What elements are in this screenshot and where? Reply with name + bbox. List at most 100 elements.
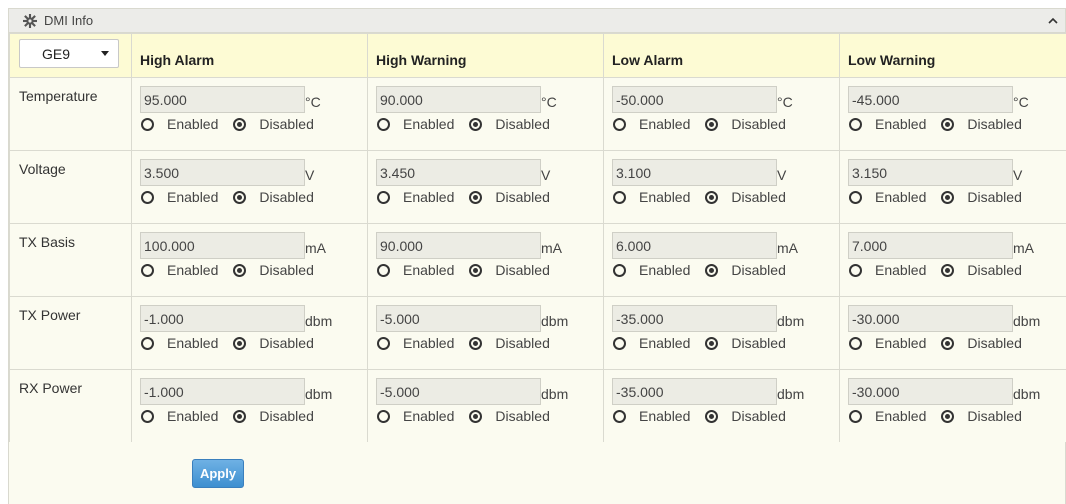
threshold-cell: 100.000 mA Enabled Disabled [131,223,368,297]
high-alarm-value-field[interactable]: 3.500 [140,159,305,186]
enabled-radio[interactable] [849,117,862,131]
high-warning-value-field[interactable]: -5.000 [376,378,541,405]
low-warning-value-field[interactable]: -30.000 [848,378,1013,405]
disabled-radio[interactable] [705,117,719,131]
threshold-cell: -45.000 °C Enabled Disabled [839,77,1066,151]
low-warning-value-field[interactable]: 3.150 [848,159,1013,186]
collapse-button[interactable] [1045,11,1061,31]
row-label: Voltage [9,150,132,224]
enabled-radio[interactable] [613,263,626,277]
low-alarm-value-field[interactable]: 3.100 [612,159,777,186]
disabled-label: Disabled [731,408,786,424]
enabled-radio[interactable] [613,190,626,204]
high-warning-value-field[interactable]: 3.450 [376,159,541,186]
enabled-label: Enabled [403,335,455,351]
threshold-cell: 3.150 V Enabled Disabled [839,150,1066,224]
threshold-cell: -5.000 dbm Enabled Disabled [367,369,604,443]
high-alarm-value-field[interactable]: 95.000 [140,86,305,113]
disabled-radio[interactable] [941,190,955,204]
disabled-radio[interactable] [705,190,719,204]
disabled-label: Disabled [731,262,786,278]
threshold-cell: -50.000 °C Enabled Disabled [603,77,840,151]
disabled-radio[interactable] [705,263,719,277]
high-alarm-value-field[interactable]: -1.000 [140,378,305,405]
disabled-radio[interactable] [705,409,719,423]
threshold-cell: 90.000 mA Enabled Disabled [367,223,604,297]
disabled-radio[interactable] [469,409,483,423]
column-header-low-alarm: Low Alarm [603,33,840,78]
disabled-label: Disabled [495,408,550,424]
port-select[interactable]: GE9 [19,39,119,68]
low-warning-value-field[interactable]: 7.000 [848,232,1013,259]
high-warning-value-field[interactable]: 90.000 [376,232,541,259]
disabled-radio[interactable] [233,190,247,204]
high-warning-value-field[interactable]: 90.000 [376,86,541,113]
enabled-radio[interactable] [377,190,390,204]
disabled-radio[interactable] [941,117,955,131]
apply-button[interactable]: Apply [192,459,244,488]
enabled-radio[interactable] [377,117,390,131]
disabled-label: Disabled [967,408,1022,424]
disabled-radio[interactable] [469,117,483,131]
panel-title: DMI Info [44,13,94,28]
enabled-radio[interactable] [849,263,862,277]
low-alarm-value-field[interactable]: -50.000 [612,86,777,113]
disabled-radio[interactable] [941,263,955,277]
enabled-radio[interactable] [377,409,390,423]
enabled-radio[interactable] [613,117,626,131]
low-warning-value-field[interactable]: -30.000 [848,305,1013,332]
enabled-radio[interactable] [141,409,154,423]
unit-label: dbm [777,313,805,329]
high-warning-value-field[interactable]: -5.000 [376,305,541,332]
high-alarm-value-field[interactable]: -1.000 [140,305,305,332]
disabled-radio[interactable] [941,336,955,350]
disabled-label: Disabled [967,189,1022,205]
disabled-radio[interactable] [233,263,247,277]
enabled-radio[interactable] [377,263,390,277]
enabled-label: Enabled [875,189,927,205]
enabled-radio[interactable] [141,336,154,350]
enabled-radio[interactable] [377,336,390,350]
enabled-radio[interactable] [849,336,862,350]
disabled-radio[interactable] [941,409,955,423]
disabled-label: Disabled [731,189,786,205]
column-header-high-warning: High Warning [367,33,604,78]
disabled-radio[interactable] [469,336,483,350]
unit-label: mA [541,240,562,256]
threshold-cell: 3.450 V Enabled Disabled [367,150,604,224]
low-alarm-value-field[interactable]: -35.000 [612,378,777,405]
disabled-radio[interactable] [705,336,719,350]
high-alarm-value-field[interactable]: 100.000 [140,232,305,259]
enabled-label: Enabled [639,116,691,132]
enabled-label: Enabled [403,116,455,132]
disabled-radio[interactable] [233,336,247,350]
unit-label: dbm [1013,313,1041,329]
enabled-radio[interactable] [613,409,626,423]
threshold-cell: -5.000 dbm Enabled Disabled [367,296,604,370]
enabled-radio[interactable] [849,409,862,423]
enabled-radio[interactable] [613,336,626,350]
disabled-label: Disabled [259,335,314,351]
threshold-cell: 90.000 °C Enabled Disabled [367,77,604,151]
enabled-radio[interactable] [141,263,154,277]
enabled-radio[interactable] [141,117,154,131]
disabled-radio[interactable] [233,117,247,131]
low-warning-value-field[interactable]: -45.000 [848,86,1013,113]
disabled-radio[interactable] [233,409,247,423]
unit-label: dbm [1013,386,1041,402]
low-alarm-value-field[interactable]: -35.000 [612,305,777,332]
disabled-radio[interactable] [469,263,483,277]
disabled-label: Disabled [495,189,550,205]
unit-label: °C [541,94,557,110]
unit-label: dbm [305,313,333,329]
enabled-radio[interactable] [141,190,154,204]
enabled-label: Enabled [639,408,691,424]
caret-down-icon [101,51,109,56]
row-label: TX Power [9,296,132,370]
disabled-label: Disabled [731,116,786,132]
low-alarm-value-field[interactable]: 6.000 [612,232,777,259]
enabled-radio[interactable] [849,190,862,204]
disabled-radio[interactable] [469,190,483,204]
unit-label: mA [777,240,798,256]
threshold-cell: 3.100 V Enabled Disabled [603,150,840,224]
